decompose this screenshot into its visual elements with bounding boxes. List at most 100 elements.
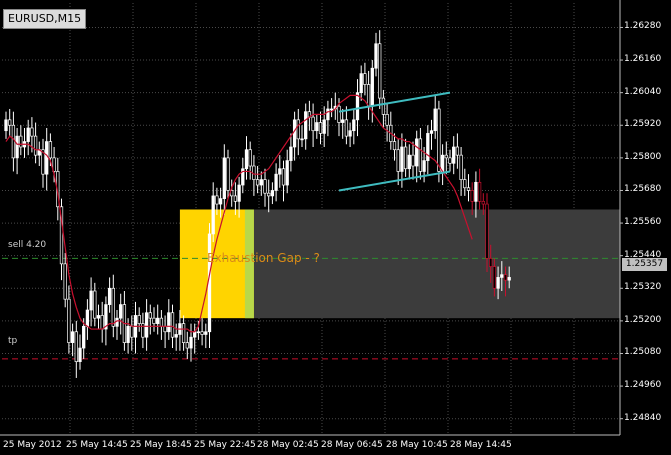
candle-body [148,312,152,319]
candle-body [485,203,489,259]
candle-body [311,116,315,132]
candle-body [448,157,452,164]
candle-body [30,127,34,137]
candle-body [4,119,8,132]
price-axis-label: 1.26280 [624,21,662,32]
time-axis-label: 25 May 14:45 [66,440,128,450]
candle-body [119,304,123,319]
time-axis-label: 25 May 2012 [3,440,62,450]
candle-body [137,315,141,324]
candle-body [167,312,171,333]
candle-body [444,154,448,159]
candle-body [244,149,249,170]
candle-body [204,331,208,335]
price-axis-label: 1.25800 [624,151,662,162]
time-axis-label: 25 May 22:45 [194,440,256,450]
candle-body [503,274,508,281]
candle-body [211,195,215,235]
price-axis-label: 1.25320 [624,282,662,293]
candle-body [189,336,193,349]
candle-body [378,43,382,99]
candle-body [185,342,189,349]
sell-line-label: sell 4.20 [8,240,47,250]
candle-body [374,43,378,69]
candle-body [200,331,204,335]
symbol-label[interactable]: EURUSD,M15 [3,9,87,29]
candle-body [163,325,167,333]
candle-body [78,347,82,362]
candle-body [370,67,374,107]
candlestick-series [4,30,511,378]
candle-body [96,315,101,319]
candle-body [433,108,437,132]
time-axis-label: 28 May 10:45 [386,440,448,450]
price-axis-label: 1.25920 [624,119,662,130]
candle-body [500,274,504,278]
candle-body [215,195,219,205]
candle-body [11,124,16,159]
candle-body [344,119,349,137]
time-axis-label: 28 May 06:45 [321,440,383,450]
candle-body [492,266,497,289]
candle-body [100,315,104,330]
price-axis-label: 1.25560 [624,217,662,228]
candle-body [455,146,460,156]
candle-body [45,141,49,175]
candle-body [170,312,175,338]
candle-body [403,146,408,170]
candle-body [337,105,341,123]
candle-body [274,173,278,191]
candle-body [70,331,75,343]
price-axis-label: 1.26160 [624,54,662,65]
price-axis-label: 1.25440 [624,249,662,260]
candle-body [107,287,112,305]
candle-body [463,179,467,189]
candle-body [396,149,400,172]
price-axis-label: 1.25200 [624,314,662,325]
candle-body [385,114,389,126]
candle-body [429,130,434,134]
candle-body [400,146,404,172]
candle-body [285,160,289,186]
candle-body [159,317,164,327]
candle-body [281,168,286,186]
current-price-tag: 1.25357 [622,258,667,271]
candle-body [263,179,267,194]
candle-body [255,179,260,186]
candle-body [278,168,282,175]
candle-body [326,108,330,121]
price-chart[interactable] [0,0,671,455]
candle-body [440,154,445,172]
candle-body [26,127,30,142]
candle-body [67,298,71,343]
candle-body [341,119,345,123]
candle-body [437,108,441,172]
candle-body [226,157,230,191]
candle-body [296,119,300,140]
gap-annotation: Exhaustion Gap - ? [207,251,320,265]
price-axis-label: 1.24960 [624,380,662,391]
time-axis-label: 28 May 02:45 [257,440,319,450]
candle-body [474,181,478,202]
candle-body [130,325,134,338]
candle-body [141,323,145,338]
candle-body [489,258,493,267]
price-axis-label: 1.24840 [624,412,662,423]
candle-body [315,122,319,132]
candle-body [422,160,426,172]
candle-body [259,179,263,186]
candle-body [392,141,397,151]
candle-body [481,200,485,205]
candle-body [363,73,367,85]
channel-line[interactable] [338,170,451,192]
candle-body [126,325,130,343]
candle-body [411,154,415,167]
candle-body [415,138,419,167]
candle-body [470,190,474,202]
candle-body [237,184,241,202]
candle-body [233,195,238,202]
candle-body [507,277,511,281]
candle-body [248,149,252,167]
candle-body [329,108,334,111]
candle-body [459,154,463,180]
